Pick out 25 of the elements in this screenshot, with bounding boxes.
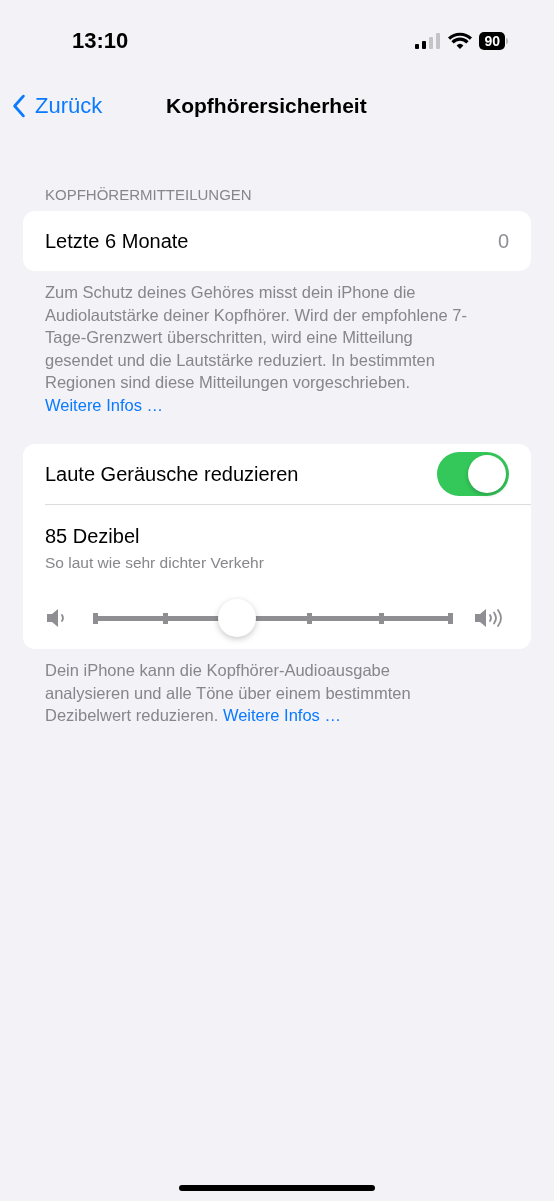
back-button[interactable]: Zurück — [0, 93, 103, 119]
row-label: Letzte 6 Monate — [45, 229, 189, 253]
tick-mark — [93, 612, 98, 624]
page-title: Kopfhörersicherheit — [166, 94, 367, 118]
row-label: 85 Dezibel — [45, 524, 140, 548]
chevron-icon — [12, 94, 26, 118]
footer-text: Zum Schutz deines Gehöres misst dein iPhone die Audiolautstärke deiner Kopfhörer. Wird der empfohlene 7-Tage-Grenzwert überschritten, wird eine Mitteilung gesendet und die Lautstärke reduziert. In bestimmten Regionen sind diese Mitteilungen vorgeschrieben. Weitere Infos … — [44, 282, 468, 416]
more-info-link[interactable]: Weitere Infos … — [222, 706, 341, 724]
row-subtitle: So laut wie sehr dichter Verkehr — [45, 553, 264, 572]
section-header: KOPFHÖRERMITTEILUNGEN — [44, 185, 253, 205]
status-time: 13:10 — [72, 28, 129, 54]
slider[interactable] — [93, 598, 453, 638]
tick-mark — [163, 612, 168, 624]
tick-mark — [307, 612, 312, 624]
toggle-switch[interactable] — [437, 452, 509, 496]
footer-text: Dein iPhone kann die Kopfhörer-Audioausgabe analysieren und alle Töne über einem bestimmten Dezibelwert reduzieren. Weitere Infos … — [44, 660, 412, 726]
battery-indicator: 90 — [479, 32, 505, 50]
tick-mark — [379, 612, 384, 624]
more-info-link[interactable]: Weitere Infos … — [45, 395, 163, 414]
tick-mark — [448, 612, 453, 624]
row-label: Laute Geräusche reduzieren — [45, 462, 299, 486]
row-value: 0 — [497, 229, 509, 253]
signal-icon — [415, 33, 442, 49]
slider-thumb[interactable] — [218, 599, 256, 637]
wifi-icon — [448, 32, 473, 50]
